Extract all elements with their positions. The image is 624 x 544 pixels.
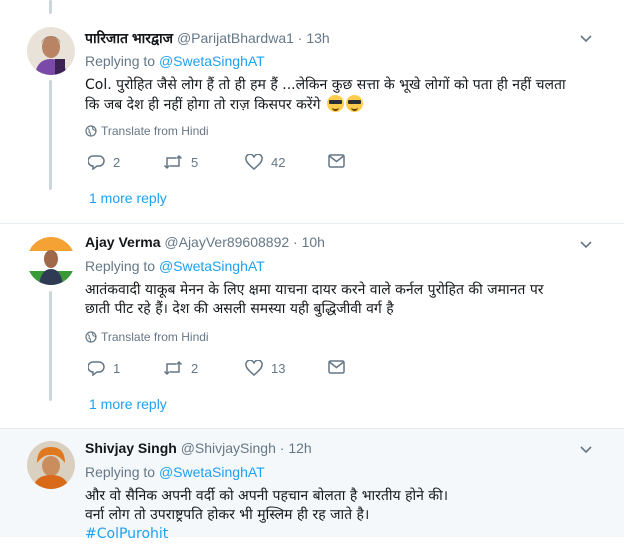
chevron-down-icon[interactable] — [578, 236, 594, 252]
translate-link[interactable]: Translate from Hindi — [85, 330, 209, 344]
heart-icon — [245, 154, 263, 170]
dm-button[interactable] — [328, 360, 345, 374]
replying-to: Replying to @SwetaSinghAT — [85, 258, 265, 274]
replying-to: Replying to @SwetaSinghAT — [85, 53, 265, 69]
avatar[interactable] — [27, 27, 75, 75]
tweet-text-line: और वो सैनिक अपनी वर्दी को अपनी पहचान बोल… — [85, 488, 449, 504]
like-count: 13 — [271, 360, 286, 376]
separator-dot: · — [293, 234, 298, 250]
avatar[interactable] — [27, 441, 75, 489]
tweet-shivjay[interactable]: Shivjay Singh @ShivjaySingh · 12h Replyi… — [0, 429, 624, 542]
tweet-header: Ajay Verma @AjayVer89608892 · 10h — [85, 234, 325, 250]
tweet-text-line: आतंकवादी याकूब मेनन के लिए क्षमा याचना द… — [85, 282, 544, 298]
user-handle[interactable]: @AjayVer89608892 — [164, 234, 289, 250]
replying-to-label: Replying to — [85, 258, 156, 274]
retweet-icon — [163, 360, 183, 376]
like-button[interactable]: 13 — [245, 360, 285, 376]
replying-to-label: Replying to — [85, 464, 156, 480]
translate-label: Translate from Hindi — [101, 330, 209, 344]
translate-label: Translate from Hindi — [101, 124, 209, 138]
sunglasses-emoji-icon — [345, 95, 363, 112]
reply-button[interactable]: 2 — [88, 154, 120, 170]
tweet-text: और वो सैनिक अपनी वर्दी को अपनी पहचान बोल… — [85, 487, 585, 544]
tweet-text-line-with-emoji: कि जब देश ही नहीं होगा तो राज़ किसपर करे… — [85, 95, 585, 115]
tweet-text: आतंकवादी याकूब मेनन के लिए क्षमा याचना द… — [85, 281, 585, 319]
chevron-down-icon[interactable] — [578, 30, 594, 46]
retweet-count: 5 — [191, 154, 199, 170]
replying-to-handle-link[interactable]: @SwetaSinghAT — [159, 464, 265, 480]
avatar[interactable] — [27, 237, 75, 285]
separator-dot: · — [279, 440, 285, 456]
translate-link[interactable]: Translate from Hindi — [85, 124, 209, 138]
more-replies-link[interactable]: 1 more reply — [89, 190, 167, 206]
tweet-header: पारिजात भारद्वाज @ParijatBhardwa1 · 13h — [85, 29, 330, 48]
tweet-ajay[interactable]: Ajay Verma @AjayVer89608892 · 10h Replyi… — [0, 224, 624, 429]
display-name[interactable]: पारिजात भारद्वाज — [85, 30, 173, 46]
retweet-button[interactable]: 2 — [163, 360, 198, 376]
replying-to-handle-link[interactable]: @SwetaSinghAT — [159, 258, 265, 274]
display-name[interactable]: Ajay Verma — [85, 234, 161, 250]
retweet-count: 2 — [191, 360, 199, 376]
hashtag-link[interactable]: #ColPurohit — [85, 525, 585, 544]
dm-button[interactable] — [328, 154, 345, 168]
timestamp[interactable]: 13h — [306, 30, 329, 46]
reply-button[interactable]: 1 — [88, 360, 120, 376]
retweet-button[interactable]: 5 — [163, 154, 198, 170]
display-name[interactable]: Shivjay Singh — [85, 440, 177, 456]
globe-icon — [85, 331, 97, 343]
thread-line-top — [49, 0, 52, 14]
sunglasses-emoji-icon — [326, 95, 344, 112]
tweet-text-line: कि जब देश ही नहीं होगा तो राज़ किसपर करे… — [85, 97, 321, 113]
user-handle[interactable]: @ShivjaySingh — [181, 440, 276, 456]
replying-to: Replying to @SwetaSinghAT — [85, 464, 265, 480]
tweet-text: Col. पुरोहित जैसे लोग हैं तो ही हम हैं .… — [85, 76, 585, 115]
globe-icon — [85, 125, 97, 137]
heart-icon — [245, 360, 263, 376]
separator-dot: · — [297, 30, 303, 46]
like-button[interactable]: 42 — [245, 154, 285, 170]
user-handle[interactable]: @ParijatBhardwa1 — [177, 30, 294, 46]
replying-to-handle-link[interactable]: @SwetaSinghAT — [159, 53, 265, 69]
tweet-parijat[interactable]: पारिजात भारद्वाज @ParijatBhardwa1 · 13h … — [0, 0, 624, 224]
replying-to-label: Replying to — [85, 53, 156, 69]
thread-line — [49, 80, 52, 190]
tweet-text-line: Col. पुरोहित जैसे लोग हैं तो ही हम हैं .… — [85, 77, 566, 93]
envelope-icon — [328, 360, 345, 374]
reply-count: 1 — [113, 360, 121, 376]
reply-icon — [88, 155, 105, 170]
timestamp[interactable]: 10h — [302, 234, 325, 250]
more-replies-link[interactable]: 1 more reply — [89, 396, 167, 412]
tweet-header: Shivjay Singh @ShivjaySingh · 12h — [85, 440, 312, 456]
thread-line — [49, 291, 52, 401]
reply-count: 2 — [113, 154, 121, 170]
timestamp[interactable]: 12h — [288, 440, 311, 456]
envelope-icon — [328, 154, 345, 168]
chevron-down-icon[interactable] — [578, 441, 594, 457]
tweet-text-line: छाती पीट रहे हैं। देश की असली समस्या यही… — [85, 301, 394, 317]
like-count: 42 — [271, 154, 286, 170]
retweet-icon — [163, 154, 183, 170]
tweet-text-line: वर्ना लोग तो उपराष्ट्रपति होकर भी मुस्लि… — [85, 507, 370, 523]
reply-icon — [88, 361, 105, 376]
